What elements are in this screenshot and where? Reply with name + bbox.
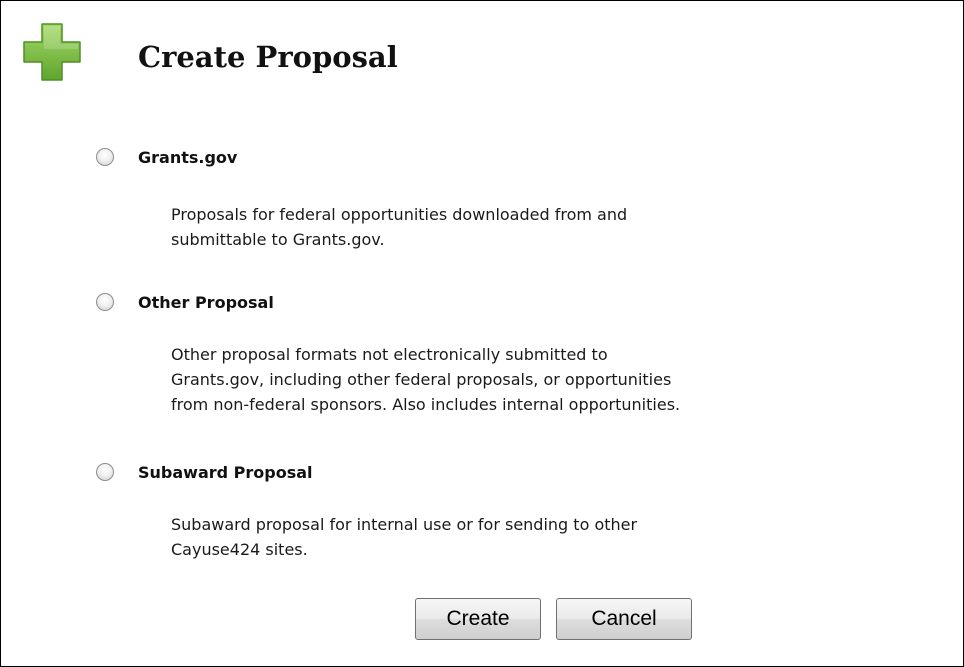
option-grants-gov[interactable]: Grants.gov [96, 145, 237, 169]
option-label: Subaward Proposal [138, 462, 313, 482]
create-proposal-dialog: Create Proposal Grants.gov Proposals for… [0, 0, 964, 667]
option-other-proposal[interactable]: Other Proposal [96, 290, 274, 314]
grants-gov-radio[interactable] [96, 148, 114, 166]
description-line: from non-federal sponsors. Also includes… [171, 395, 681, 414]
cancel-button[interactable]: Cancel [556, 598, 692, 640]
create-button[interactable]: Create [415, 598, 541, 640]
description-line: Other proposal formats not electronicall… [171, 345, 608, 364]
option-description: Subaward proposal for internal use or fo… [171, 512, 931, 562]
option-label: Other Proposal [138, 292, 274, 312]
description-line: Cayuse424 sites. [171, 540, 308, 559]
description-line: Proposals for federal opportunities down… [171, 205, 628, 224]
plus-icon [23, 23, 81, 81]
page-title: Create Proposal [138, 40, 398, 74]
other-proposal-radio[interactable] [96, 293, 114, 311]
description-line: submittable to Grants.gov. [171, 230, 385, 249]
option-label: Grants.gov [138, 147, 238, 167]
option-subaward-proposal[interactable]: Subaward Proposal [96, 460, 313, 484]
option-description: Proposals for federal opportunities down… [171, 202, 931, 252]
subaward-proposal-radio[interactable] [96, 463, 114, 481]
description-line: Grants.gov, including other federal prop… [171, 370, 672, 389]
description-line: Subaward proposal for internal use or fo… [171, 515, 638, 534]
option-description: Other proposal formats not electronicall… [171, 342, 931, 417]
